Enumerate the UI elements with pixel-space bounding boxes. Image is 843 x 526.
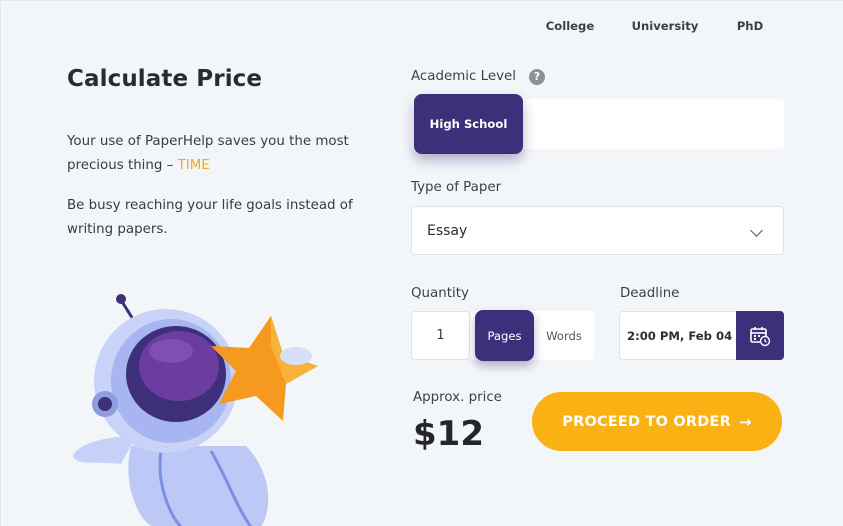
unit-option-words[interactable]: Words <box>534 311 594 360</box>
level-option-university[interactable]: University <box>621 1 709 51</box>
unit-option-pages[interactable]: Pages <box>475 310 534 361</box>
deadline-label: Deadline <box>620 286 680 301</box>
proceed-label: PROCEED TO ORDER <box>562 413 731 430</box>
calendar-button[interactable] <box>736 311 784 360</box>
calendar-icon <box>750 326 771 346</box>
arrow-right-icon: → <box>738 412 752 431</box>
quantity-input[interactable]: 1 <box>411 311 470 360</box>
tagline-accent: TIME <box>177 158 210 173</box>
page-title: Calculate Price <box>67 66 263 92</box>
help-icon[interactable]: ? <box>529 69 545 85</box>
level-option-phd[interactable]: PhD <box>719 1 781 51</box>
approx-price-label: Approx. price <box>413 390 502 405</box>
tagline-time: Your use of PaperHelp saves you the most… <box>67 130 367 178</box>
price-calculator: Calculate Price Your use of PaperHelp sa… <box>0 0 843 526</box>
level-option-college[interactable]: College <box>528 1 612 51</box>
astronaut-illustration <box>73 294 318 526</box>
deadline-value: 2:00 PM, Feb 04 <box>627 328 733 343</box>
proceed-to-order-button[interactable]: PROCEED TO ORDER → <box>532 392 782 451</box>
tagline-goals: Be busy reaching your life goals instead… <box>67 198 353 237</box>
price-value: $12 <box>413 414 484 454</box>
paper-type-select[interactable]: Essay <box>411 206 784 255</box>
paper-type-label: Type of Paper <box>411 180 502 195</box>
chevron-down-icon <box>750 224 763 237</box>
quantity-label: Quantity <box>411 286 469 301</box>
level-option-high-school[interactable]: High School <box>414 94 523 154</box>
paper-type-value: Essay <box>427 222 468 239</box>
academic-level-label: Academic Level <box>411 69 516 84</box>
